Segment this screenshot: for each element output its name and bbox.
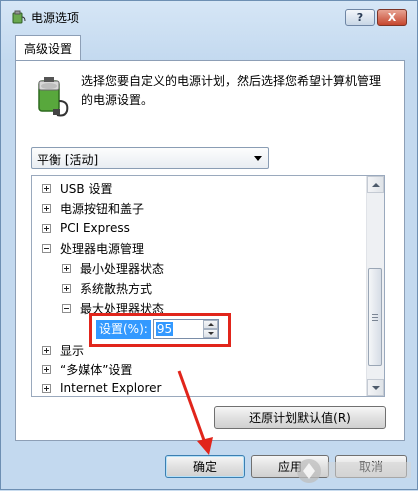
tab-label: 高级设置 xyxy=(23,42,72,56)
chevron-down-icon xyxy=(254,156,262,161)
expand-icon[interactable] xyxy=(42,223,51,233)
battery-plug-icon xyxy=(38,77,69,117)
restore-defaults-button[interactable]: 还原计划默认值(R) xyxy=(214,406,386,429)
tree-item-label: 处理器电源管理 xyxy=(60,241,145,256)
help-button[interactable]: ? xyxy=(345,9,375,26)
expand-icon[interactable] xyxy=(62,263,71,273)
tab-advanced-settings[interactable]: 高级设置 xyxy=(15,35,81,61)
scroll-up-button[interactable] xyxy=(367,176,384,193)
scroll-thumb[interactable] xyxy=(368,268,382,366)
title-bar: 电源选项 ? X xyxy=(1,1,417,31)
tree-item-usb[interactable]: USB 设置 xyxy=(42,178,112,198)
description-line-2: 的电源设置。 xyxy=(81,93,154,107)
tree-item-label: PCI Express xyxy=(60,221,130,235)
restore-defaults-label: 还原计划默认值(R) xyxy=(249,411,351,425)
setting-highlight-box xyxy=(89,313,231,347)
collapse-icon[interactable] xyxy=(62,303,71,313)
expand-icon[interactable] xyxy=(42,203,51,213)
tree-item-internet-explorer[interactable]: Internet Explorer xyxy=(42,378,162,396)
help-icon: ? xyxy=(356,11,364,24)
close-icon: X xyxy=(387,11,397,24)
close-button[interactable]: X xyxy=(377,9,407,26)
ok-button[interactable]: 确定 xyxy=(165,455,245,478)
description-text: 选择您要自定义的电源计划，然后选择您希望计算机管理 的电源设置。 xyxy=(81,72,391,110)
grip-line xyxy=(372,320,378,321)
ok-label: 确定 xyxy=(192,460,217,474)
vertical-scrollbar[interactable] xyxy=(366,176,384,396)
collapse-icon[interactable] xyxy=(42,243,51,253)
arrow-down-icon xyxy=(372,386,380,390)
tree-item-label: 最小处理器状态 xyxy=(80,261,165,276)
tree-item-display[interactable]: 显示 xyxy=(42,340,84,360)
watermark-logo xyxy=(297,459,411,483)
tree-item-label: USB 设置 xyxy=(60,181,113,196)
power-plan-value: 平衡 [活动] xyxy=(37,153,99,167)
expand-icon[interactable] xyxy=(42,183,51,193)
expand-icon[interactable] xyxy=(62,283,71,293)
power-options-icon xyxy=(12,10,26,24)
grip-line xyxy=(372,317,378,318)
expand-icon[interactable] xyxy=(42,345,51,355)
tree-item-cooling-policy[interactable]: 系统散热方式 xyxy=(62,278,152,298)
grip-line xyxy=(372,314,378,315)
expand-icon[interactable] xyxy=(42,383,51,393)
scroll-down-button[interactable] xyxy=(367,379,384,396)
arrow-up-icon xyxy=(372,183,380,187)
tree-item-label: 电源按钮和盖子 xyxy=(60,201,145,216)
tree-item-processor-power[interactable]: 处理器电源管理 xyxy=(42,238,144,258)
expand-icon[interactable] xyxy=(42,364,51,374)
description-line-1: 选择您要自定义的电源计划，然后选择您希望计算机管理 xyxy=(81,74,382,88)
power-options-dialog: 电源选项 ? X 高级设置 选择您要自定义的电源计划，然后选择您希望计算机管理 … xyxy=(0,0,418,490)
tree-item-label: “多媒体”设置 xyxy=(60,362,133,377)
tree-item-label: 系统散热方式 xyxy=(80,281,153,296)
window-title: 电源选项 xyxy=(31,11,80,25)
tree-item-min-processor-state[interactable]: 最小处理器状态 xyxy=(62,258,164,278)
power-plan-dropdown[interactable]: 平衡 [活动] xyxy=(31,147,269,169)
tree-item-pci-express[interactable]: PCI Express xyxy=(42,218,130,238)
tree-item-label: Internet Explorer xyxy=(60,381,162,395)
tree-item-multimedia[interactable]: “多媒体”设置 xyxy=(42,359,132,379)
tree-item-power-buttons[interactable]: 电源按钮和盖子 xyxy=(42,198,144,218)
tree-item-label: 显示 xyxy=(60,343,85,358)
settings-tree[interactable]: USB 设置 电源按钮和盖子 PCI Express 处理器电源管理 最小处理器… xyxy=(31,175,385,397)
